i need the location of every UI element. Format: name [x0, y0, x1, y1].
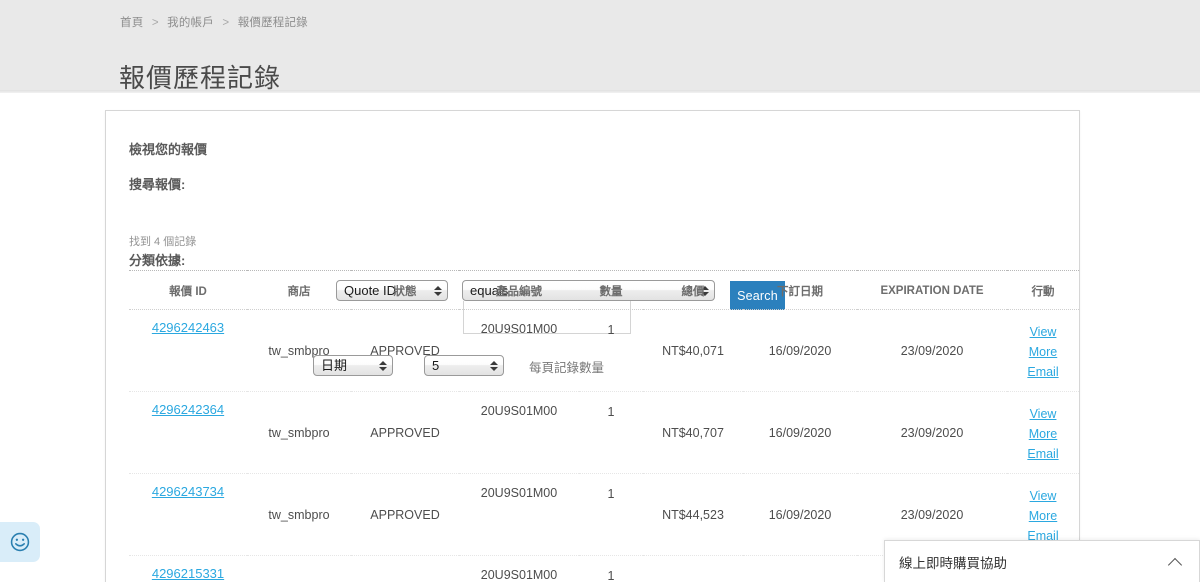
chevron-up-icon[interactable]	[1169, 555, 1183, 569]
column-header-0: 報價 ID	[129, 270, 247, 310]
feedback-button[interactable]	[0, 522, 40, 562]
cell-total: NT$40,071	[643, 309, 743, 392]
cell-actions: ViewMoreEmail	[1007, 309, 1079, 392]
breadcrumb-item-current: 報價歷程記錄	[237, 17, 308, 29]
cell-qty: 1	[579, 473, 643, 556]
action-link-email[interactable]: Email	[1009, 362, 1077, 382]
cell-quote-id: 4296242364	[129, 391, 247, 474]
cell-status: APPROVED	[351, 473, 459, 556]
breadcrumb-item-account[interactable]: 我的帳戶	[167, 17, 214, 29]
cell-order-date: 13/09/2020	[743, 555, 857, 582]
quote-id-link[interactable]: 4296242463	[152, 320, 224, 335]
page-root: 首頁 > 我的帳戶 > 報價歷程記錄 報價歷程記錄 檢視您的報價 搜尋報價: Q…	[0, 0, 1200, 582]
cell-store: tw_smbpro	[247, 555, 351, 582]
cell-actions: ViewMoreEmail	[1007, 391, 1079, 474]
column-header-4: 數量	[579, 270, 643, 310]
cell-store: tw_smbpro	[247, 309, 351, 392]
cell-sku: 20U9S01M00	[459, 555, 579, 582]
cell-quote-id: 4296242463	[129, 309, 247, 392]
cell-order-date: 16/09/2020	[743, 473, 857, 556]
action-link-view[interactable]: View	[1009, 404, 1077, 424]
column-header-2: 狀態	[351, 270, 459, 310]
cell-status: APPROVED	[351, 555, 459, 582]
quote-id-link[interactable]: 4296215331	[152, 566, 224, 581]
column-header-5: 總價	[643, 270, 743, 310]
breadcrumb-separator: >	[151, 17, 159, 29]
cell-sku: 20U9S01M00	[459, 391, 579, 474]
action-link-more[interactable]: More	[1009, 506, 1077, 526]
cell-qty: 1	[579, 555, 643, 582]
quote-history-card: 檢視您的報價 搜尋報價: Quote ID equals Search 找到 4…	[105, 110, 1080, 582]
action-link-more[interactable]: More	[1009, 424, 1077, 444]
cell-total: NT$40,707	[643, 391, 743, 474]
cell-order-date: 16/09/2020	[743, 391, 857, 474]
action-link-view[interactable]: View	[1009, 322, 1077, 342]
column-header-3: 產品編號	[459, 270, 579, 310]
page-title: 報價歷程記錄	[119, 63, 282, 94]
cell-store: tw_smbpro	[247, 473, 351, 556]
column-header-8: 行動	[1007, 270, 1079, 310]
action-link-email[interactable]: Email	[1009, 444, 1077, 464]
cell-store: tw_smbpro	[247, 391, 351, 474]
search-label: 搜尋報價:	[129, 177, 186, 192]
quotes-table: 報價 ID 商店 狀態 產品編號 數量 總價 下訂日期 EXPIRATION DATE 行動 4…	[129, 270, 1079, 582]
table-row: 4296242463 tw_smbpro APPROVED 20U9S01M00 1 NT…	[129, 309, 1079, 392]
cell-qty: 1	[579, 391, 643, 474]
cell-total: NT$44,523	[643, 473, 743, 556]
quotes-table-head: 報價 ID 商店 狀態 產品編號 數量 總價 下訂日期 EXPIRATION DATE 行動	[129, 270, 1079, 310]
action-link-more[interactable]: More	[1009, 342, 1077, 362]
smiley-icon	[10, 532, 30, 552]
cell-status: APPROVED	[351, 309, 459, 392]
chat-widget-title: 線上即時購買協助	[899, 555, 1007, 571]
quote-id-link[interactable]: 4296242364	[152, 402, 224, 417]
quote-id-link[interactable]: 4296243734	[152, 484, 224, 499]
column-header-6: 下訂日期	[743, 270, 857, 310]
cell-order-date: 16/09/2020	[743, 309, 857, 392]
cell-expiration-date: 23/09/2020	[857, 309, 1007, 392]
cell-quote-id: 4296215331	[129, 555, 247, 582]
cell-sku: 20U9S01M00	[459, 473, 579, 556]
cell-total: NT$45,183	[643, 555, 743, 582]
card-heading: 檢視您的報價	[129, 142, 208, 157]
action-link-view[interactable]: View	[1009, 486, 1077, 506]
breadcrumb-separator: >	[222, 17, 230, 29]
cell-status: APPROVED	[351, 391, 459, 474]
chat-widget[interactable]: 線上即時購買協助	[884, 540, 1200, 582]
breadcrumb: 首頁 > 我的帳戶 > 報價歷程記錄	[120, 14, 308, 30]
column-header-7: EXPIRATION DATE	[857, 270, 1007, 310]
column-header-1: 商店	[247, 270, 351, 310]
cell-expiration-date: 23/09/2020	[857, 391, 1007, 474]
cell-qty: 1	[579, 309, 643, 392]
sort-by-label: 分類依據:	[129, 253, 186, 268]
cell-quote-id: 4296243734	[129, 473, 247, 556]
breadcrumb-item-home[interactable]: 首頁	[120, 17, 143, 29]
record-count-text: 找到 4 個記錄	[129, 236, 197, 248]
cell-sku: 20U9S01M00	[459, 309, 579, 392]
table-header-row: 報價 ID 商店 狀態 產品編號 數量 總價 下訂日期 EXPIRATION DATE 行動	[129, 270, 1079, 310]
table-row: 4296242364 tw_smbpro APPROVED 20U9S01M00 1 NT…	[129, 391, 1079, 474]
